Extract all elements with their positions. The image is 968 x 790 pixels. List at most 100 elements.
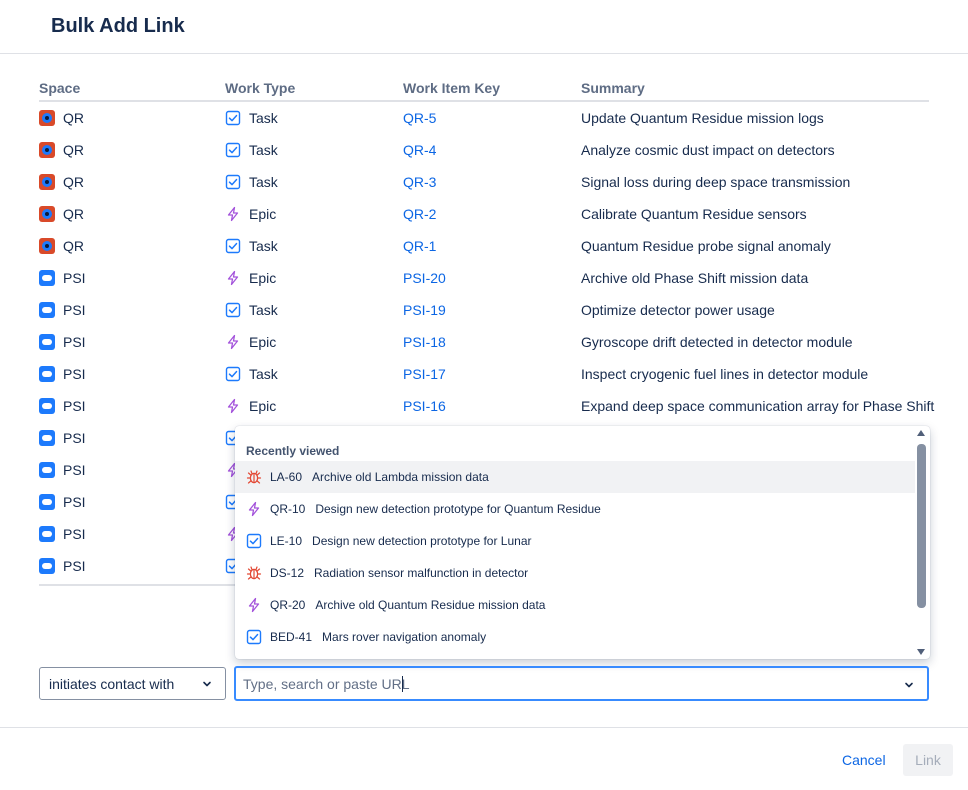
space-cell: QR — [39, 198, 84, 230]
work-item-search[interactable] — [234, 666, 929, 701]
space-name: PSI — [63, 334, 86, 350]
space-cell: PSI — [39, 518, 86, 550]
task-icon — [246, 629, 262, 645]
space-name: PSI — [63, 462, 86, 478]
link-type-select[interactable]: initiates contact with — [39, 667, 226, 700]
work-type-name: Task — [249, 110, 278, 126]
space-name: QR — [63, 206, 84, 222]
work-item-key-link[interactable]: PSI-18 — [403, 334, 446, 350]
space-cell: PSI — [39, 262, 86, 294]
chevron-down-icon[interactable] — [903, 679, 915, 691]
summary-cell: Expand deep space communication array fo… — [581, 398, 935, 414]
work-type-name: Task — [249, 302, 278, 318]
dropdown-option[interactable]: BED-41 Mars rover navigation anomaly — [235, 621, 915, 653]
psi-project-icon — [39, 366, 55, 382]
work-item-key-link[interactable]: QR-4 — [403, 142, 436, 158]
dropdown-option[interactable]: DS-12 Radiation sensor malfunction in det… — [235, 557, 915, 589]
work-item-key-cell: QR-1 — [403, 230, 436, 262]
epic-icon — [225, 206, 241, 222]
table-row: PSI Epic PSI-16 Expand deep space communica… — [39, 390, 934, 422]
option-summary: Design new detection prototype for Lunar — [312, 534, 532, 548]
task-icon — [246, 533, 262, 549]
work-item-key-link[interactable]: PSI-20 — [403, 270, 446, 286]
chevron-down-icon — [203, 681, 211, 687]
space-cell: PSI — [39, 422, 86, 454]
dropdown-option[interactable]: QR-10 Design new detection prototype for … — [235, 493, 915, 525]
scroll-up-icon[interactable] — [917, 430, 925, 436]
work-type-cell: Task — [225, 230, 278, 262]
task-icon — [225, 110, 241, 126]
header-work-type: Work Type — [225, 80, 296, 96]
psi-project-icon — [39, 334, 55, 350]
summary-cell: Inspect cryogenic fuel lines in detector… — [581, 366, 869, 382]
space-cell: QR — [39, 166, 84, 198]
work-item-key-link[interactable]: PSI-17 — [403, 366, 446, 382]
work-type-name: Task — [249, 174, 278, 190]
space-cell: PSI — [39, 486, 86, 518]
work-type-name: Task — [249, 142, 278, 158]
space-cell: QR — [39, 230, 84, 262]
link-type-value: initiates contact with — [49, 675, 175, 692]
work-item-key-link[interactable]: QR-3 — [403, 174, 436, 190]
option-key: LA-60 — [270, 470, 303, 484]
work-type-cell: Task — [225, 166, 278, 198]
space-name: QR — [63, 142, 84, 158]
option-key: QR-10 — [270, 502, 306, 516]
link-button[interactable]: Link — [903, 744, 953, 776]
space-name: PSI — [63, 302, 86, 318]
work-item-key-cell: PSI-19 — [403, 294, 446, 326]
epic-icon — [225, 398, 241, 414]
epic-icon — [246, 501, 262, 517]
work-item-key-cell: QR-3 — [403, 166, 436, 198]
work-type-cell: Epic — [225, 198, 276, 230]
work-item-key-cell: QR-4 — [403, 134, 436, 166]
psi-project-icon — [39, 302, 55, 318]
table-row: QR Task QR-3 Signal loss during deep space … — [39, 166, 929, 198]
work-item-key-link[interactable]: QR-5 — [403, 110, 436, 126]
dropdown-option[interactable]: LE-10 Design new detection prototype for … — [235, 525, 915, 557]
work-type-cell: Epic — [225, 262, 276, 294]
space-name: PSI — [63, 526, 86, 542]
summary-cell: Signal loss during deep space transmissi… — [581, 174, 851, 190]
qr-project-icon — [39, 206, 55, 222]
work-type-cell: Task — [225, 134, 278, 166]
work-item-key-link[interactable]: PSI-16 — [403, 398, 446, 414]
epic-icon — [246, 597, 262, 613]
psi-project-icon — [39, 558, 55, 574]
work-type-cell: Epic — [225, 390, 276, 422]
work-item-key-link[interactable]: QR-2 — [403, 206, 436, 222]
search-input[interactable] — [243, 675, 863, 692]
option-key: LE-10 — [270, 534, 303, 548]
psi-project-icon — [39, 494, 55, 510]
cancel-button[interactable]: Cancel — [834, 744, 894, 776]
space-name: PSI — [63, 270, 86, 286]
footer-divider — [0, 727, 968, 728]
text-caret — [402, 675, 403, 692]
summary-cell: Analyze cosmic dust impact on detectors — [581, 142, 835, 158]
dropdown-heading: Recently viewed — [246, 444, 340, 458]
space-cell: PSI — [39, 294, 86, 326]
task-icon — [225, 174, 241, 190]
work-item-key-link[interactable]: PSI-19 — [403, 302, 446, 318]
space-name: QR — [63, 110, 84, 126]
psi-project-icon — [39, 270, 55, 286]
table-row: QR Task QR-1 Quantum Residue probe signal a… — [39, 230, 929, 262]
space-cell: PSI — [39, 550, 86, 582]
table-row: PSI Epic PSI-18 Gyroscope drift detected in… — [39, 326, 929, 358]
work-type-name: Task — [249, 238, 278, 254]
table-row: PSI Epic PSI-20 Archive old Phase Shift mis… — [39, 262, 929, 294]
dropdown-option[interactable]: LA-60 Archive old Lambda mission data — [235, 461, 915, 493]
header-summary: Summary — [581, 80, 645, 96]
dropdown-option[interactable]: QR-20 Archive old Quantum Residue mission… — [235, 589, 915, 621]
scroll-down-icon[interactable] — [917, 649, 925, 655]
option-key: DS-12 — [270, 566, 305, 580]
work-type-cell: Epic — [225, 326, 276, 358]
bug-icon — [246, 565, 262, 581]
bug-icon — [246, 469, 262, 485]
qr-project-icon — [39, 110, 55, 126]
work-item-key-link[interactable]: QR-1 — [403, 238, 436, 254]
scrollbar-thumb[interactable] — [917, 444, 926, 608]
modal-title: Bulk Add Link — [51, 15, 185, 37]
space-name: PSI — [63, 366, 86, 382]
psi-project-icon — [39, 398, 55, 414]
